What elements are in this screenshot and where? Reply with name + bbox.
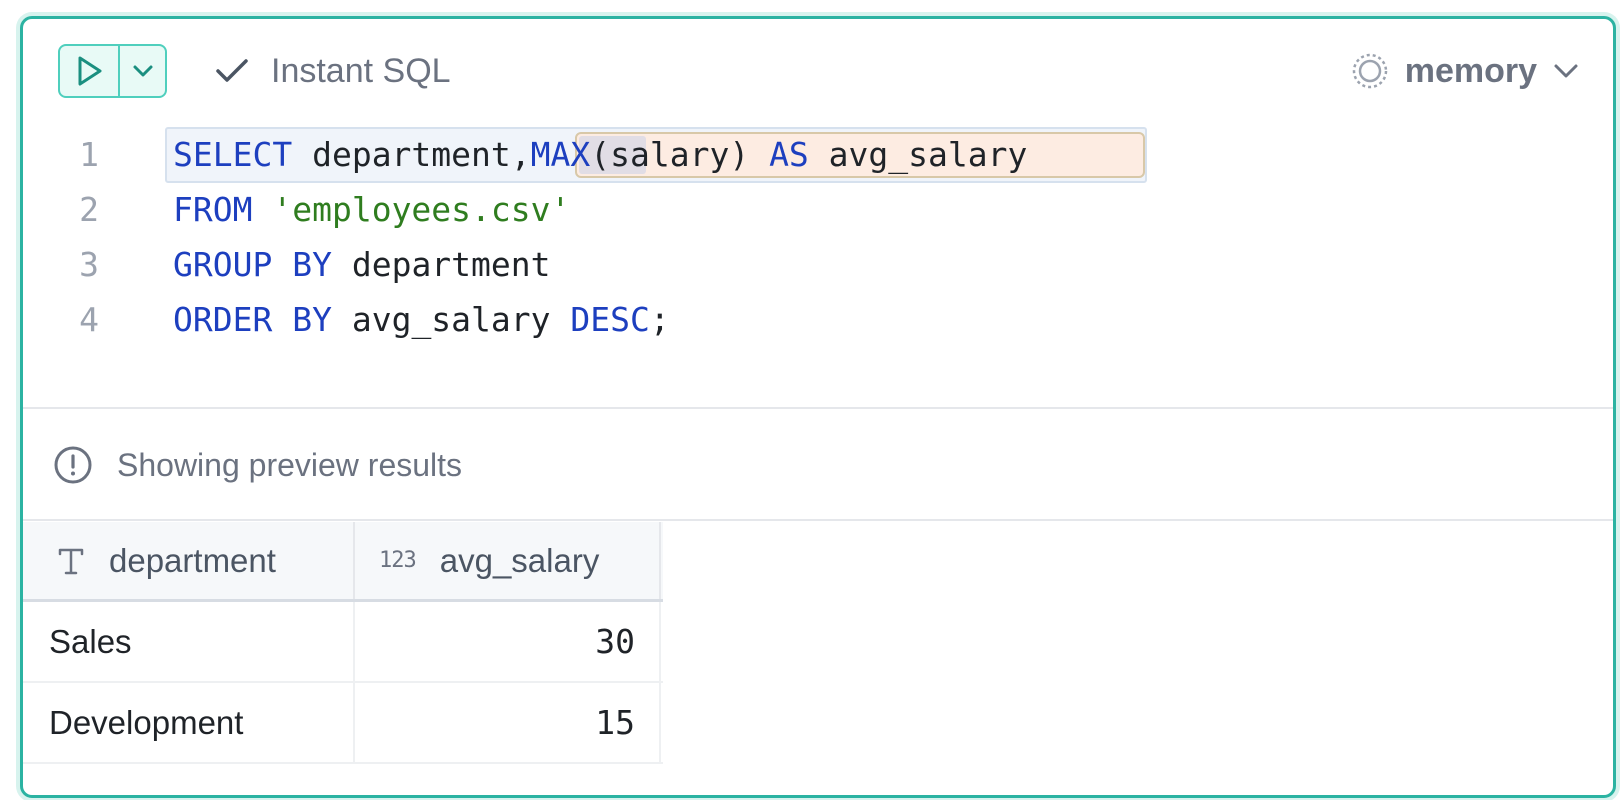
code-token-keyword: GROUP: [173, 245, 273, 284]
instant-sql-label: Instant SQL: [271, 51, 451, 90]
database-name: memory: [1404, 51, 1537, 90]
run-button-group: [58, 44, 167, 98]
sql-cell: Instant SQL memory 1 SELECT department,M…: [20, 16, 1616, 798]
code-line[interactable]: 1 SELECT department,MAX(salary) AS avg_s…: [23, 127, 1613, 183]
line-number: 4: [79, 300, 99, 339]
code-token-keyword: FROM: [173, 190, 253, 229]
run-options-dropdown[interactable]: [120, 46, 165, 96]
table-cell[interactable]: 15: [355, 683, 661, 762]
code-token-keyword: DESC: [570, 300, 650, 339]
column-header-department[interactable]: department: [23, 522, 355, 599]
code-text: SELECT department,MAX(salary) AS avg_sal…: [173, 127, 1027, 182]
number-type-icon: 123: [379, 548, 417, 573]
editor-divider: [23, 407, 1613, 409]
info-icon: [54, 446, 92, 484]
database-status-icon: [1352, 53, 1387, 89]
preview-notice-text: Showing preview results: [117, 446, 463, 483]
code-line[interactable]: 3 GROUP BY department: [23, 237, 1613, 292]
run-button[interactable]: [60, 46, 120, 96]
line-number: 3: [79, 245, 99, 284]
table-row[interactable]: Development 15: [23, 683, 663, 764]
check-icon: [216, 59, 248, 82]
table-cell[interactable]: Development: [23, 683, 355, 762]
results-divider: [23, 519, 1613, 521]
code-token-keyword: ORDER: [173, 300, 273, 339]
code-token-keyword: BY: [292, 245, 332, 284]
table-header: department 123 avg_salary: [23, 522, 663, 602]
code-token-plain: ;: [649, 300, 670, 339]
code-token-keyword: AS: [769, 135, 809, 174]
code-line[interactable]: 4 ORDER BY avg_salary DESC;: [23, 292, 1613, 347]
code-token-keyword: MAX: [530, 135, 591, 174]
text-type-icon: [58, 548, 84, 574]
code-line[interactable]: 2 FROM 'employees.csv': [23, 182, 1613, 237]
table-cell[interactable]: Sales: [23, 602, 355, 681]
line-number: 1: [79, 135, 99, 174]
code-editor[interactable]: 1 SELECT department,MAX(salary) AS avg_s…: [23, 127, 1613, 407]
column-header-label: avg_salary: [439, 541, 600, 579]
database-selector[interactable]: memory: [1351, 49, 1579, 93]
play-icon: [78, 56, 102, 86]
code-token-plain: avg_salary: [808, 135, 1028, 174]
code-token-plain: avg_salary: [331, 300, 571, 339]
code-token-keyword: BY: [292, 300, 332, 339]
code-token-plain: department: [331, 245, 551, 284]
code-text: ORDER BY avg_salary DESC;: [173, 292, 670, 347]
results-table: department 123 avg_salary Sales 30 Devel…: [23, 522, 663, 764]
preview-notice: Showing preview results: [53, 443, 462, 487]
table-row[interactable]: Sales 30: [23, 602, 663, 683]
code-text: GROUP BY department: [173, 237, 551, 292]
table-cell[interactable]: 30: [355, 602, 661, 681]
column-header-label: department: [109, 541, 276, 579]
chevron-down-icon: [1554, 64, 1578, 78]
instant-sql-toggle[interactable]: Instant SQL: [215, 49, 451, 93]
code-text: FROM 'employees.csv': [173, 182, 570, 237]
code-token-keyword: SELECT: [173, 135, 293, 174]
code-token-plain: (salary): [590, 135, 770, 174]
column-header-avg-salary[interactable]: 123 avg_salary: [355, 522, 661, 599]
chevron-down-icon: [133, 65, 152, 77]
code-token-plain: department,: [292, 135, 531, 174]
code-token-string: 'employees.csv': [272, 190, 571, 229]
line-number: 2: [79, 190, 99, 229]
